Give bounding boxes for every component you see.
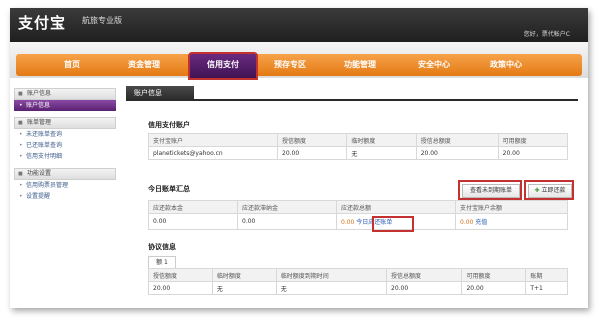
sidebar-item-reminders[interactable]: 设置提醒 [14,191,116,202]
col-header-total-due: 应还款总额 [336,200,456,214]
highlight-box [524,180,574,200]
col-header-available: 可用额度 [461,268,527,282]
nav-item-functions[interactable]: 功能管理 [344,59,376,70]
table-row: 0.00 0.00 0.00 今日应还账单 0.00 充值 [148,213,568,230]
sidebar-item-unpaid-bills[interactable]: 未还账单查询 [14,129,116,140]
col-header-available: 可用额度 [497,133,569,147]
col-header-temp-limit: 临时额度 [211,268,277,282]
nav-item-funds[interactable]: 资金管理 [128,59,160,70]
top-bar: 支付宝 航旅专业版 您好，票代帐户C [10,8,588,42]
col-header-late-fee: 应还款滞纳金 [237,200,337,214]
content-tab-underline [126,99,578,101]
cell-temp-expiry: 无 [275,281,388,295]
sidebar-group-account[interactable]: 账户信息 [14,88,116,100]
cell-principal: 0.00 [148,213,238,230]
nav-item-prepaid[interactable]: 预存专区 [274,59,306,70]
nav-item-policy[interactable]: 政策中心 [490,59,522,70]
table-header-row: 应还款本金 应还款滞纳金 应还款总额 支付宝账户余额 [148,200,568,214]
highlight-box [458,180,522,200]
bill-section-title: 今日账单汇总 [148,185,190,193]
total-due-amount: 0.00 [341,219,355,226]
sidebar: 账户信息 账户信息 账单管理 未还账单查询 已还账单查询 信用支付明细 功能设置… [14,86,116,308]
cell-credit-limit: 20.00 [148,281,213,295]
sidebar-item-account-info[interactable]: 账户信息 [14,100,116,111]
cell-balance: 0.00 充值 [455,213,568,230]
table-header-row: 授信额度 临时额度 临时额度到期时间 授信总额度 可用额度 账期 [148,268,568,282]
nav-item-home[interactable]: 首页 [64,59,80,70]
col-header-total-limit: 授信总额度 [415,133,499,147]
table-row: 20.00 无 无 20.00 20.00 T+1 [148,281,568,295]
nav-item-security[interactable]: 安全中心 [418,59,450,70]
credit-section-title: 信用支付账户 [148,121,190,129]
cell-billing-period: T+1 [525,281,568,295]
cell-total-limit: 20.00 [415,146,499,160]
balance-amount: 0.00 [460,219,474,226]
col-header-account: 支付宝账户 [148,133,278,147]
alipay-logo[interactable]: 支付宝 [18,12,66,33]
sidebar-item-credit-details[interactable]: 信用支付明细 [14,151,116,162]
bill-summary-table: 应还款本金 应还款滞纳金 应还款总额 支付宝账户余额 0.00 0.00 0.0… [148,200,568,230]
nav-item-credit-pay[interactable]: 信用支付 [188,52,258,80]
agreement-table: 授信额度 临时额度 临时额度到期时间 授信总额度 可用额度 账期 20.00 无… [148,268,568,295]
cell-available: 20.00 [497,146,569,160]
cell-temp-limit: 无 [211,281,277,295]
cell-available: 20.00 [461,281,527,295]
table-header-row: 支付宝账户 授信额度 临时额度 授信总额度 可用额度 [148,133,569,147]
content-tab-account-info[interactable]: 账户信息 [126,86,194,100]
col-header-credit-limit: 授信额度 [276,133,348,147]
sidebar-group-bills[interactable]: 账单管理 [14,117,116,129]
cell-temp-limit: 无 [346,146,417,160]
col-header-temp-expiry: 临时额度到期时间 [275,268,388,282]
sidebar-item-buyer-management[interactable]: 信用购票员管理 [14,180,116,191]
nav-item-credit-pay-label: 信用支付 [207,60,239,69]
col-header-billing-period: 账期 [525,268,568,282]
cell-total-limit: 20.00 [385,281,463,295]
sidebar-group-settings[interactable]: 功能设置 [14,168,116,180]
highlight-box [372,216,414,232]
cell-late-fee: 0.00 [237,213,337,230]
cell-account: planetickets@yahoo.cn [148,146,278,160]
recharge-link[interactable]: 充值 [475,219,487,226]
agreement-section-title: 协议信息 [148,243,176,251]
sidebar-item-paid-bills[interactable]: 已还账单查询 [14,140,116,151]
col-header-balance: 支付宝账户余额 [455,200,568,214]
credit-account-table: 支付宝账户 授信额度 临时额度 授信总额度 可用额度 planetickets@… [148,133,569,160]
screenshot-frame: 支付宝 航旅专业版 您好，票代帐户C 首页 资金管理 信用支付 预存专区 功能管… [10,8,588,308]
col-header-temp-limit: 临时额度 [346,133,417,147]
table-row: planetickets@yahoo.cn 20.00 无 20.00 20.0… [148,146,569,160]
col-header-principal: 应还款本金 [148,200,238,214]
user-greeting: 您好，票代帐户C [523,31,570,38]
col-header-credit-limit: 授信额度 [148,268,213,282]
col-header-total-limit: 授信总额度 [385,268,463,282]
main-nav: 首页 资金管理 信用支付 预存专区 功能管理 安全中心 政策中心 [10,42,588,80]
main-content: 账户信息 信用支付账户 支付宝账户 授信额度 临时额度 授信总额度 可用额度 p… [122,86,582,308]
app-subtitle: 航旅专业版 [82,16,122,25]
cell-credit-limit: 20.00 [276,146,348,160]
